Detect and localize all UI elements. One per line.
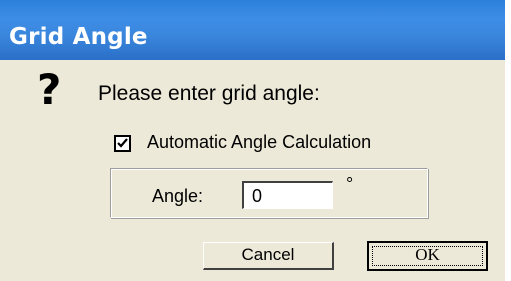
grid-angle-dialog: Grid Angle ? Please enter grid angle: Au… xyxy=(0,0,505,281)
ok-button-label: OK xyxy=(415,245,440,264)
angle-input[interactable] xyxy=(242,181,333,209)
window-title: Grid Angle xyxy=(9,24,148,50)
angle-label: Angle: xyxy=(152,186,204,206)
degree-unit: ° xyxy=(346,174,354,194)
title-bar[interactable]: Grid Angle xyxy=(0,0,505,60)
question-icon: ? xyxy=(37,65,62,114)
checkmark-icon xyxy=(117,138,128,148)
prompt-text: Please enter grid angle: xyxy=(98,82,320,105)
ok-button[interactable]: OK xyxy=(367,241,488,271)
cancel-button[interactable]: Cancel xyxy=(203,242,334,270)
auto-angle-label[interactable]: Automatic Angle Calculation xyxy=(147,132,371,153)
auto-angle-checkbox[interactable] xyxy=(114,135,131,152)
